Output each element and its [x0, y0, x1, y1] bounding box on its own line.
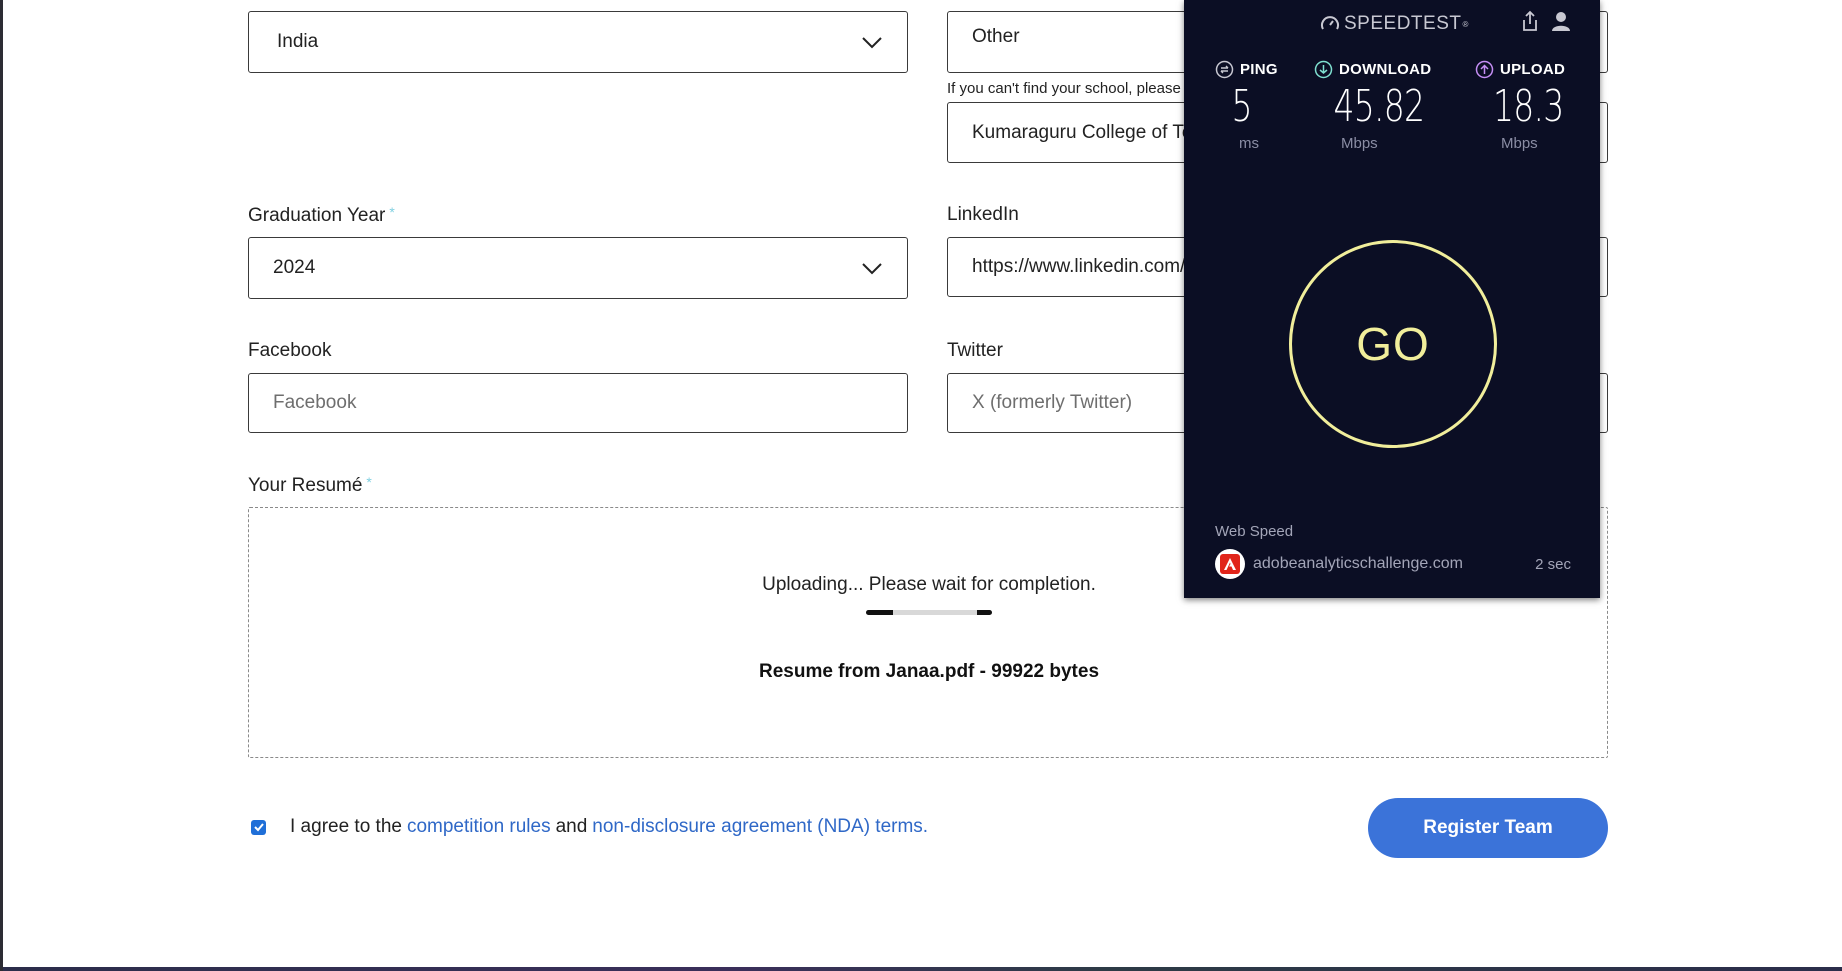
register-team-button[interactable]: Register Team: [1368, 798, 1608, 858]
speedtest-widget: SPEEDTEST ® PING 5 ms DOWNLOAD 45.82 Mbps…: [1184, 0, 1600, 598]
country-select-value: India: [277, 31, 319, 52]
speedtest-brand: SPEEDTEST ®: [1320, 13, 1469, 35]
agree-text: I agree to the: [290, 816, 402, 837]
ping-icon: [1215, 60, 1234, 79]
web-speed-time: 2 sec: [1535, 555, 1571, 573]
nda-terms-link[interactable]: non-disclosure agreement (NDA) terms.: [592, 816, 928, 838]
competition-rules-link[interactable]: competition rules: [407, 816, 551, 838]
facebook-label: Facebook: [248, 340, 332, 361]
upload-metric: UPLOAD 18.3 Mbps: [1475, 60, 1593, 152]
web-speed-site-row: adobeanalyticschallenge.com 2 sec: [1215, 549, 1571, 579]
resume-label: Your Resumé *: [248, 474, 372, 497]
twitter-label: Twitter: [947, 340, 1003, 361]
download-label: DOWNLOAD: [1339, 61, 1432, 78]
registration-page: India Other If you can't find your schoo…: [0, 0, 1842, 971]
progress-segment: [977, 610, 992, 615]
graduation-year-select[interactable]: 2024: [248, 237, 908, 299]
go-label: GO: [1356, 318, 1430, 370]
ping-value: 5: [1231, 81, 1253, 132]
download-value: 45.82: [1333, 81, 1425, 132]
share-icon[interactable]: [1520, 10, 1540, 32]
download-metric: DOWNLOAD 45.82 Mbps: [1314, 60, 1461, 152]
adobe-logo-icon: [1215, 549, 1245, 579]
ping-unit: ms: [1239, 135, 1259, 152]
uploaded-file-info: Resume from Janaa.pdf - 99922 bytes: [758, 661, 1100, 682]
school-name-value: Kumaraguru College of Tec: [972, 121, 1202, 143]
chevron-down-icon: [862, 263, 882, 275]
required-mark: *: [366, 474, 372, 490]
country-select[interactable]: India: [248, 11, 908, 73]
registered-mark: ®: [1462, 19, 1469, 29]
agree-checkbox[interactable]: [251, 819, 266, 835]
upload-label: UPLOAD: [1500, 61, 1566, 78]
speedtest-brand-text: SPEEDTEST: [1344, 13, 1462, 34]
ping-metric: PING 5 ms: [1215, 60, 1278, 152]
graduation-year-label-text: Graduation Year: [248, 205, 386, 226]
web-speed-site: adobeanalyticschallenge.com: [1253, 555, 1463, 572]
user-icon[interactable]: [1550, 10, 1572, 32]
twitter-placeholder: X (formerly Twitter): [972, 392, 1133, 413]
school-hint: If you can't find your school, please: [947, 80, 1181, 97]
speedometer-icon: [1321, 16, 1339, 30]
linkedin-value: https://www.linkedin.com/: [972, 256, 1186, 277]
go-button[interactable]: GO: [1289, 240, 1497, 448]
required-mark: *: [389, 204, 395, 220]
upload-progress-bar: [866, 610, 992, 615]
school-select-value: Other: [972, 26, 1020, 47]
download-unit: Mbps: [1341, 135, 1378, 152]
web-speed-label: Web Speed: [1215, 523, 1294, 540]
download-icon: [1314, 60, 1333, 79]
graduation-year-label: Graduation Year *: [248, 204, 395, 227]
chevron-down-icon: [862, 37, 882, 49]
agree-and: and: [555, 816, 588, 837]
graduation-year-value: 2024: [273, 257, 316, 278]
agree-row: I agree to the competition rules and non…: [251, 816, 933, 838]
progress-segment: [866, 610, 893, 615]
facebook-placeholder: Facebook: [273, 392, 357, 413]
upload-icon: [1475, 60, 1494, 79]
check-icon: [253, 823, 264, 832]
linkedin-label: LinkedIn: [947, 204, 1019, 225]
upload-value: 18.3: [1493, 81, 1564, 132]
bottom-taskbar-strip: [3, 967, 1842, 971]
resume-label-text: Your Resumé: [248, 475, 363, 496]
ping-label: PING: [1240, 61, 1278, 78]
facebook-input[interactable]: Facebook: [248, 373, 908, 433]
upload-unit: Mbps: [1501, 135, 1538, 152]
